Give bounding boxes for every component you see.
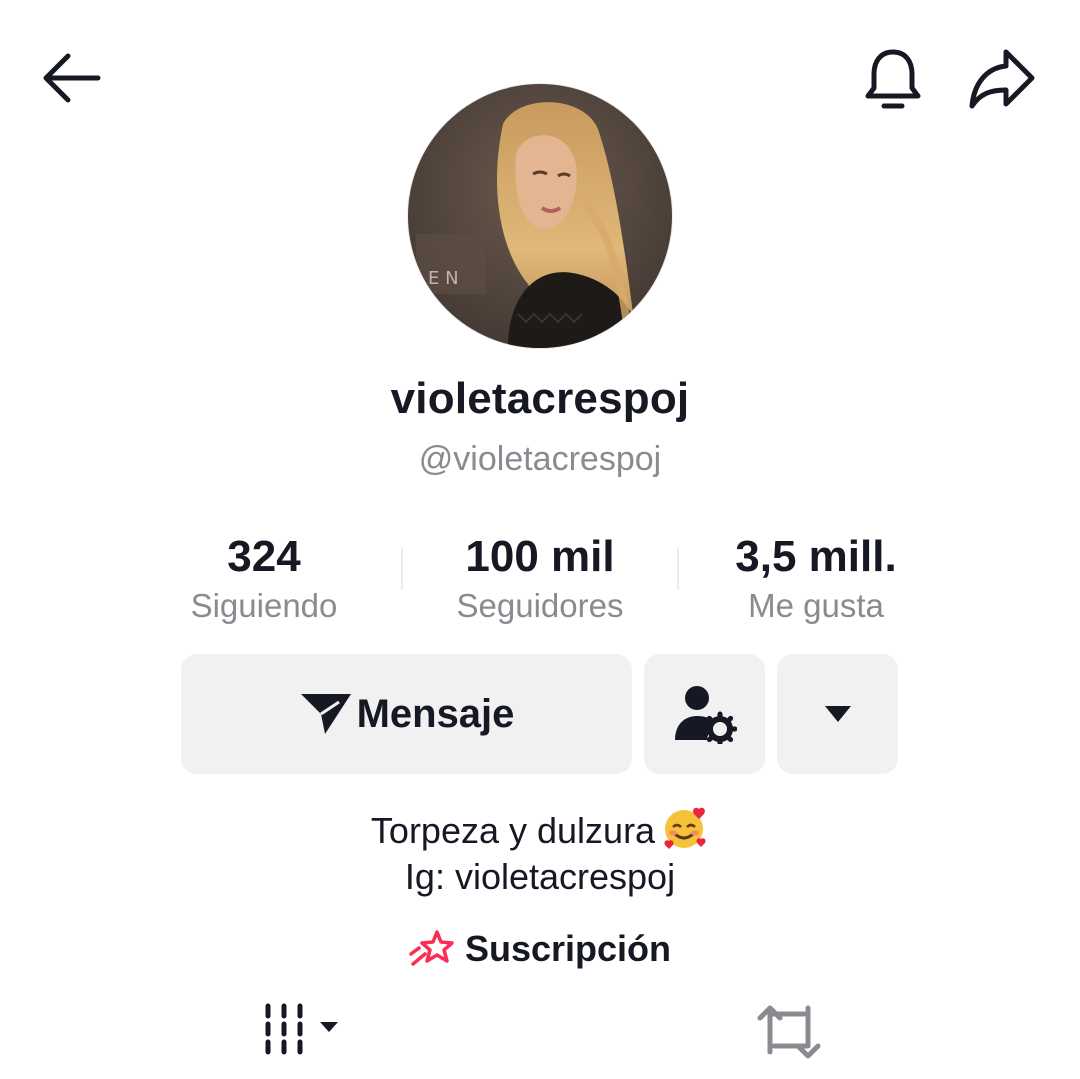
share-icon: [969, 49, 1035, 109]
notifications-button[interactable]: [860, 44, 926, 114]
bio-line-1: Torpeza y dulzura: [0, 805, 1080, 860]
subscription-link[interactable]: Suscripción: [0, 922, 1080, 976]
send-icon: [300, 694, 351, 734]
share-button[interactable]: [966, 46, 1038, 112]
stat-following[interactable]: 324 Siguiendo: [124, 528, 404, 626]
stat-followers[interactable]: 100 mil Seguidores: [400, 528, 680, 626]
smiling-face-with-hearts-icon: [663, 805, 709, 860]
follow-settings-button[interactable]: [644, 654, 765, 774]
profile-avatar[interactable]: E N: [408, 84, 672, 348]
bell-icon: [865, 49, 921, 109]
stat-following-value: 324: [227, 532, 301, 581]
stat-followers-value: 100 mil: [465, 532, 615, 581]
stat-likes[interactable]: 3,5 mill. Me gusta: [676, 528, 956, 626]
bio-text-1: Torpeza y dulzura: [370, 810, 656, 851]
tab-reposts[interactable]: [754, 1000, 824, 1060]
back-arrow-icon: [43, 53, 101, 103]
caret-down-icon: [824, 706, 851, 722]
shooting-star-icon: [409, 930, 454, 966]
stat-likes-label: Me gusta: [748, 587, 884, 624]
stat-followers-label: Seguidores: [456, 587, 624, 624]
svg-text:E N: E N: [428, 268, 459, 289]
bio-line-2: Ig: violetacrespoj: [404, 856, 676, 897]
tab-videos[interactable]: [258, 1000, 348, 1060]
stat-following-label: Siguiendo: [190, 587, 338, 624]
suggested-accounts-dropdown-button[interactable]: [777, 654, 898, 774]
grid-icon: [265, 1003, 338, 1055]
subscription-label: Suscripción: [464, 928, 672, 969]
back-button[interactable]: [38, 50, 104, 106]
message-button[interactable]: Mensaje: [181, 654, 632, 774]
username-handle: @violetacrespoj: [418, 440, 662, 478]
stat-likes-value: 3,5 mill.: [735, 532, 897, 581]
message-button-label: Mensaje: [356, 691, 515, 736]
user-settings-icon: [674, 686, 737, 744]
display-name: violetacrespoj: [390, 374, 690, 423]
avatar-image: E N: [408, 84, 672, 348]
repost-icon: [757, 1005, 821, 1059]
